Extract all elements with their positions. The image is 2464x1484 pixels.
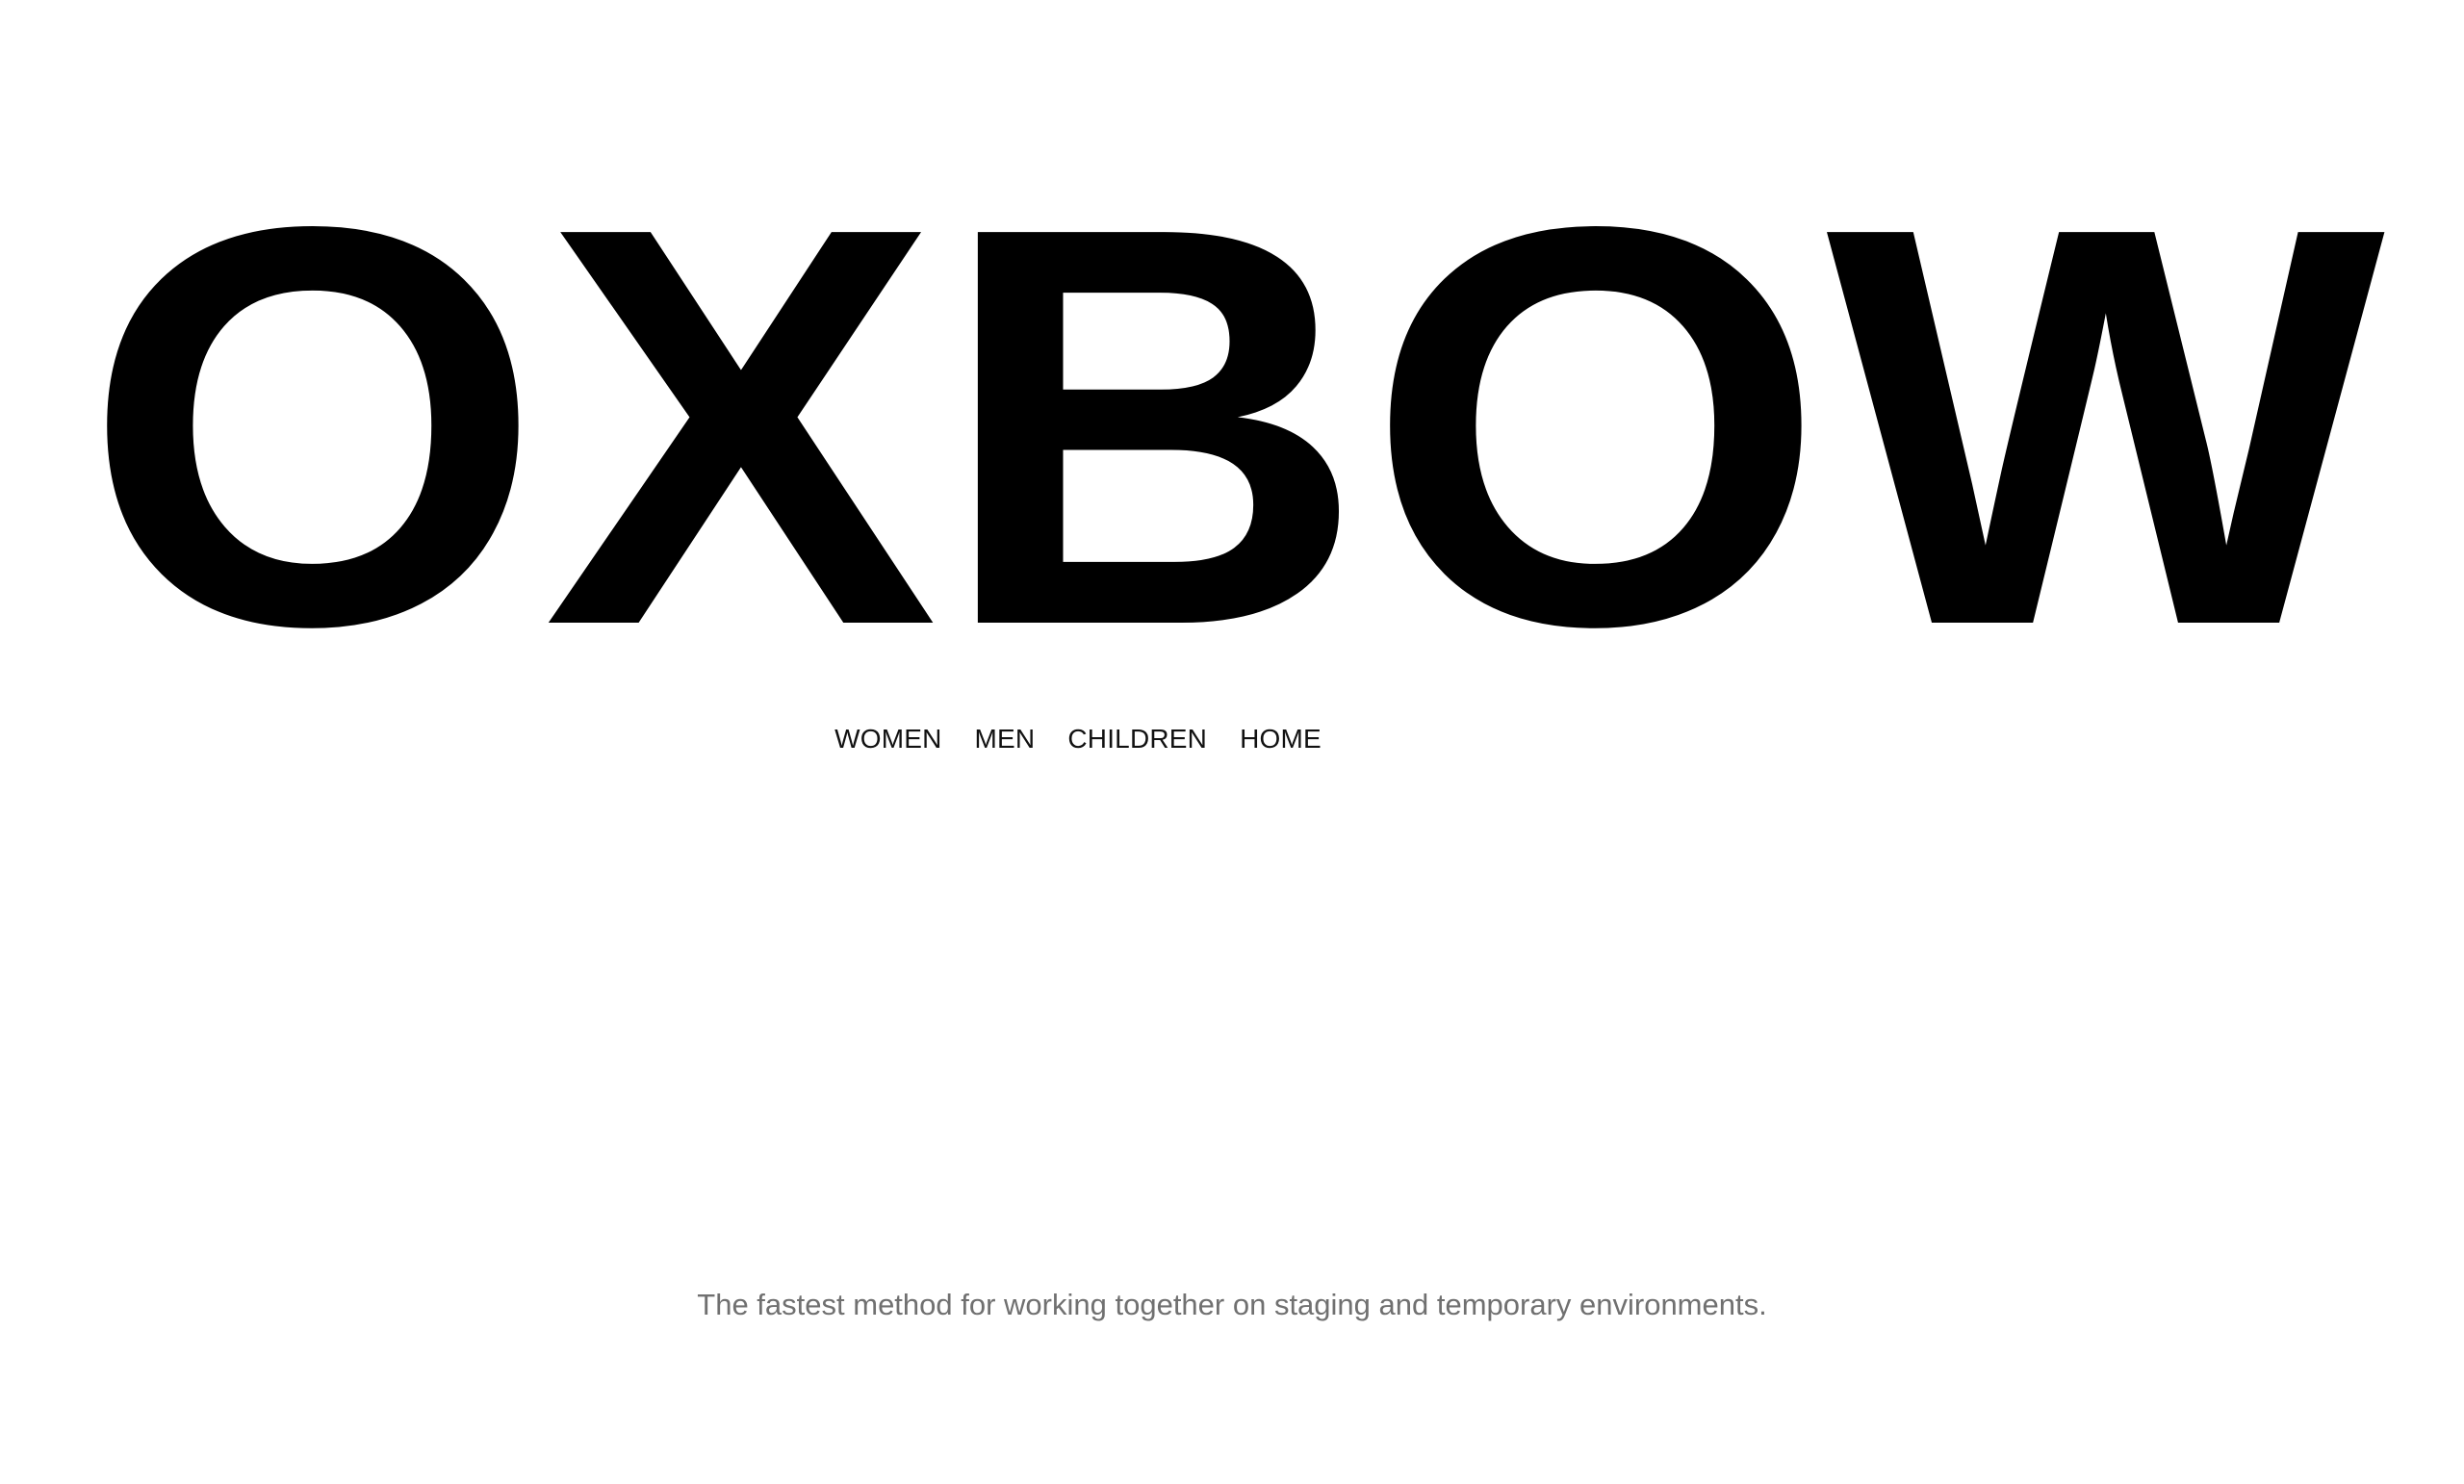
brand-logo-text: OXBOW (83, 197, 2385, 632)
hero-tagline: The fastest method for working together … (697, 1288, 1767, 1321)
nav-item-women[interactable]: WOMEN (834, 720, 941, 758)
nav-item-men[interactable]: MEN (975, 720, 1036, 758)
page: OXBOW WOMEN MEN CHILDREN HOME The fastes… (0, 0, 2464, 1484)
nav-item-home[interactable]: HOME (1240, 720, 1322, 758)
main-nav: WOMEN MEN CHILDREN HOME (0, 720, 2310, 758)
brand-logo[interactable]: OXBOW (83, 197, 2385, 632)
nav-item-children[interactable]: CHILDREN (1067, 720, 1207, 758)
